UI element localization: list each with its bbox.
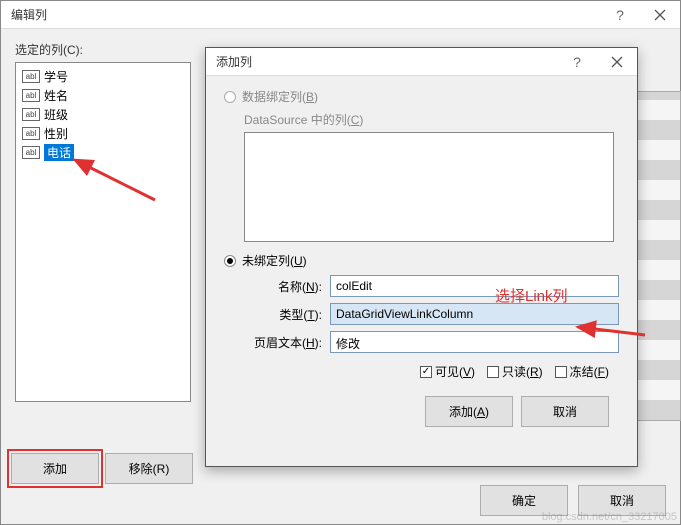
bound-column-radio: 数据绑定列(B) [224, 88, 619, 105]
visible-checkbox[interactable]: 可见(V) [420, 363, 475, 380]
list-item-label: 性别 [44, 125, 68, 142]
list-item[interactable]: abl 性别 [20, 124, 186, 143]
text-column-icon: abl [22, 127, 40, 140]
checkbox-icon [555, 366, 567, 378]
add-button[interactable]: 添加 [11, 453, 99, 484]
datasource-columns-list [244, 132, 614, 242]
list-item-label: 电话 [44, 144, 74, 161]
radio-icon [224, 255, 236, 267]
outer-title: 编辑列 [11, 6, 600, 23]
visible-label: 可见(V) [435, 363, 475, 380]
name-input[interactable]: colEdit [330, 275, 619, 297]
help-icon[interactable]: ? [600, 7, 640, 23]
list-item[interactable]: abl 电话 [20, 143, 186, 162]
frozen-label: 冻结(F) [570, 363, 609, 380]
close-icon[interactable] [597, 56, 637, 68]
inner-title: 添加列 [216, 53, 557, 70]
inner-add-button[interactable]: 添加(A) [425, 396, 513, 427]
remove-button[interactable]: 移除(R) [105, 453, 193, 484]
list-item[interactable]: abl 学号 [20, 67, 186, 86]
list-item-label: 学号 [44, 68, 68, 85]
watermark: blog.csdn.net/cn_33217005 [542, 511, 677, 523]
list-item[interactable]: abl 班级 [20, 105, 186, 124]
header-text-input[interactable]: 修改 [330, 331, 619, 353]
text-column-icon: abl [22, 70, 40, 83]
frozen-checkbox[interactable]: 冻结(F) [555, 363, 609, 380]
readonly-checkbox[interactable]: 只读(R) [487, 363, 543, 380]
type-label: 类型(T): [244, 306, 322, 323]
type-dropdown[interactable]: DataGridViewLinkColumn [330, 303, 619, 325]
text-column-icon: abl [22, 108, 40, 121]
unbound-column-label: 未绑定列(U) [242, 252, 307, 269]
list-item-label: 班级 [44, 106, 68, 123]
help-icon[interactable]: ? [557, 54, 597, 70]
outer-titlebar: 编辑列 ? [1, 1, 680, 29]
readonly-label: 只读(R) [502, 363, 543, 380]
datasource-label: DataSource 中的列(C) [244, 111, 619, 128]
bound-column-label: 数据绑定列(B) [242, 88, 318, 105]
checkbox-icon [420, 366, 432, 378]
add-column-dialog: 添加列 ? 数据绑定列(B) DataSource 中的列(C) 未绑定列(U)… [205, 47, 638, 467]
unbound-column-radio[interactable]: 未绑定列(U) [224, 252, 619, 269]
inner-titlebar: 添加列 ? [206, 48, 637, 76]
radio-icon [224, 91, 236, 103]
columns-list[interactable]: abl 学号 abl 姓名 abl 班级 abl 性别 abl 电话 [15, 62, 191, 402]
text-column-icon: abl [22, 89, 40, 102]
close-icon[interactable] [640, 9, 680, 21]
checkbox-icon [487, 366, 499, 378]
list-item-label: 姓名 [44, 87, 68, 104]
text-column-icon: abl [22, 146, 40, 159]
name-label: 名称(N): [244, 278, 322, 295]
inner-cancel-button[interactable]: 取消 [521, 396, 609, 427]
header-text-label: 页眉文本(H): [244, 334, 322, 351]
list-item[interactable]: abl 姓名 [20, 86, 186, 105]
